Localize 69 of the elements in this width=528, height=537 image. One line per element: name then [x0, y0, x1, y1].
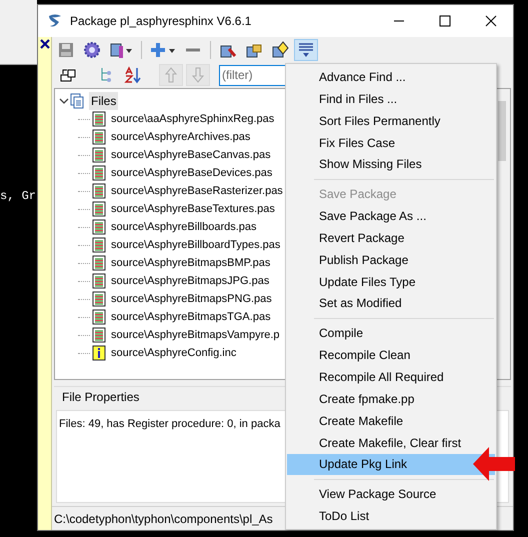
maximize-icon[interactable]	[439, 15, 451, 27]
tree-node[interactable]: source\AsphyreBillboardTypes.pas	[111, 236, 280, 254]
group-title: File Properties	[62, 389, 140, 406]
sort-az-icon	[124, 66, 142, 84]
more-menu-button[interactable]	[294, 38, 318, 60]
document-icon	[92, 273, 106, 289]
document-icon	[92, 291, 106, 307]
document-icon	[92, 201, 106, 217]
properties-text: Files: 49, has Register procedure: 0, in packa	[59, 418, 280, 430]
tree-node[interactable]: source\AsphyreBaseRasterizer.pas	[111, 182, 283, 200]
minus-icon	[186, 48, 200, 52]
plus-icon	[150, 40, 176, 58]
menu-item[interactable]: Compile	[287, 322, 495, 344]
menu-item[interactable]: ToDo List	[287, 505, 495, 528]
tree-node[interactable]: source\AsphyreBitmapsTGA.pas	[111, 308, 271, 326]
menu-item[interactable]: Fix Files Case	[287, 132, 495, 154]
menu-item[interactable]: Set as Modified	[287, 292, 495, 314]
close-icon[interactable]	[40, 39, 50, 49]
menu-item[interactable]: Recompile All Required	[287, 366, 495, 388]
menu-item[interactable]: Create Makefile, Clear first	[287, 432, 495, 454]
menu-item[interactable]: Create fpmake.pp	[287, 388, 495, 410]
tree-node[interactable]: source\AsphyreConfig.inc	[111, 344, 236, 362]
menu-item[interactable]: Revert Package	[287, 226, 495, 249]
menu-item[interactable]: Find in Files ...	[287, 88, 495, 110]
tree-node[interactable]: source\AsphyreBitmapsBMP.pas	[111, 254, 270, 272]
document-icon	[92, 129, 106, 145]
arrow-up-icon	[162, 66, 180, 84]
tree-node[interactable]: source\AsphyreBaseTextures.pas	[111, 200, 275, 218]
tree-node[interactable]: source\AsphyreBitmapsVampyre.p	[111, 326, 280, 344]
tree-node[interactable]: source\AsphyreBitmapsJPG.pas	[111, 272, 270, 290]
menu-item[interactable]: Update Files Type	[287, 270, 495, 293]
document-icon	[92, 219, 106, 235]
menu-item[interactable]: Save Package As ...	[287, 205, 495, 227]
menu-item[interactable]: Create Makefile	[287, 410, 495, 432]
tree-node[interactable]: source\AsphyreArchives.pas	[111, 128, 250, 146]
arrow-down-icon	[189, 66, 207, 84]
tree-node[interactable]: source\AsphyreBitmapsPNG.pas	[111, 290, 272, 308]
menu-icon	[297, 40, 315, 58]
menu-item[interactable]: Sort Files Permanently	[287, 110, 495, 132]
menu-item[interactable]: Show Missing Files	[287, 153, 495, 176]
tree-node[interactable]: source\AsphyreBaseDevices.pas	[111, 164, 272, 182]
tree-node[interactable]: Files	[89, 92, 118, 110]
gear-icon	[83, 40, 101, 58]
menu-item[interactable]: Publish Package	[287, 248, 495, 271]
tree-node[interactable]: source\AsphyreBaseCanvas.pas	[111, 146, 271, 164]
document-icon	[92, 183, 106, 199]
document-icon	[92, 165, 106, 181]
tree-node[interactable]: source\aaAsphyreSphinxReg.pas	[111, 110, 274, 128]
tree-node[interactable]: source\AsphyreBillboards.pas	[111, 218, 257, 236]
arrow-icon	[473, 446, 515, 482]
app-logo-icon	[47, 13, 63, 29]
collapse-chevron-icon[interactable]	[59, 96, 69, 106]
scroll-thumb[interactable]	[498, 101, 506, 161]
info-file-icon	[92, 345, 106, 361]
menu-item[interactable]: Update Pkg Link	[287, 454, 495, 476]
document-icon	[92, 255, 106, 271]
document-icon	[92, 147, 106, 163]
package-warning-icon	[271, 40, 289, 58]
close-icon[interactable]	[485, 15, 497, 27]
window-title: Package pl_asphyresphinx V6.6.1	[70, 13, 252, 30]
menu-item[interactable]: View Package Source	[287, 483, 495, 506]
menu-item[interactable]: Recompile Clean	[287, 344, 495, 366]
document-icon	[92, 237, 106, 253]
document-icon	[92, 111, 106, 127]
document-icon	[92, 327, 106, 343]
status-path: C:\codetyphon\typhon\components\pl_As	[54, 510, 273, 528]
document-icon	[92, 309, 106, 325]
package-icon	[109, 40, 133, 58]
code-text: s, Gr	[0, 188, 36, 205]
